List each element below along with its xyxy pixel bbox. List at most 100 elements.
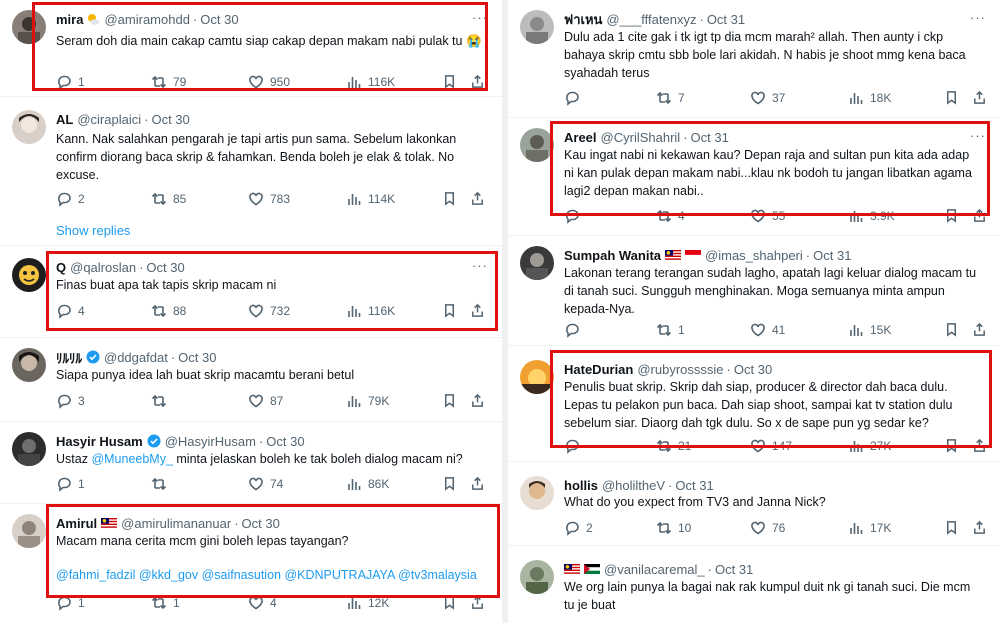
retweet-button[interactable]: 4 — [656, 208, 685, 224]
mention-link[interactable]: @MuneebMy_ — [91, 452, 172, 466]
tweet-card[interactable]: @vanilacaremal_ · Oct 31 We org lain pun… — [508, 550, 1000, 623]
bookmark-button[interactable] — [944, 520, 959, 538]
author-name[interactable]: mira — [56, 12, 83, 27]
timestamp[interactable]: Oct 31 — [813, 248, 851, 263]
timestamp[interactable]: Oct 30 — [151, 112, 189, 127]
retweet-button[interactable] — [151, 476, 173, 492]
timestamp[interactable]: Oct 30 — [146, 260, 184, 275]
author-handle[interactable]: @rubyrossssie — [637, 362, 723, 377]
author-name[interactable]: Sumpah Wanita — [564, 248, 661, 263]
avatar[interactable] — [520, 360, 554, 394]
tweet-card[interactable]: HateDurian @rubyrossssie · Oct 30 Penuli… — [508, 350, 1000, 462]
reply-button[interactable] — [564, 90, 586, 106]
timestamp[interactable]: Oct 31 — [707, 12, 745, 27]
share-button[interactable] — [972, 438, 987, 456]
timestamp[interactable]: Oct 30 — [266, 434, 304, 449]
mention-tags[interactable]: @fahmi_fadzil @kkd_gov @saifnasution @KD… — [56, 566, 484, 584]
bookmark-button[interactable] — [442, 595, 457, 613]
author-handle[interactable]: @qalroslan — [70, 260, 136, 275]
author-handle[interactable]: @holiltheV — [602, 478, 665, 493]
views-button[interactable]: 79K — [346, 393, 389, 409]
reply-button[interactable]: 1 — [56, 595, 85, 611]
views-button[interactable]: 17K — [848, 520, 891, 536]
tweet-card[interactable]: mira @amiramohdd · Oct 30 ··· Seram doh … — [0, 0, 502, 97]
timestamp[interactable]: Oct 30 — [200, 12, 238, 27]
author-name[interactable]: ﾘﾙﾘﾙ — [56, 348, 82, 367]
tweet-card[interactable]: AL @ciraplaici · Oct 30 Kann. Nak salahk… — [0, 100, 502, 246]
reply-button[interactable]: 2 — [564, 520, 593, 536]
reply-button[interactable]: 1 — [56, 74, 85, 90]
reply-button[interactable] — [564, 438, 586, 454]
tweet-card[interactable]: Hasyir Husam @HasyirHusam · Oct 30 Ustaz… — [0, 422, 502, 504]
retweet-button[interactable]: 21 — [656, 438, 691, 454]
timestamp[interactable]: Oct 31 — [691, 130, 729, 145]
like-button[interactable]: 783 — [248, 191, 290, 207]
author-handle[interactable]: @HasyirHusam — [165, 434, 256, 449]
timestamp[interactable]: Oct 30 — [242, 516, 280, 531]
more-icon[interactable]: ··· — [472, 10, 488, 25]
more-icon[interactable]: ··· — [472, 258, 488, 273]
tweet-card[interactable]: Q @qalroslan · Oct 30 ··· Finas buat apa… — [0, 248, 502, 338]
timestamp[interactable]: Oct 31 — [675, 478, 713, 493]
author-name[interactable]: Areel — [564, 130, 597, 145]
avatar[interactable] — [12, 258, 46, 292]
author-handle[interactable]: @vanilacaremal_ — [604, 562, 705, 577]
show-replies-link[interactable]: Show replies — [56, 223, 130, 238]
author-name[interactable]: Amirul — [56, 516, 97, 531]
share-button[interactable] — [972, 90, 987, 108]
views-button[interactable]: 18K — [848, 90, 891, 106]
tweet-card[interactable]: ฟาเหน @___fffatenxyz · Oct 31 ··· Dulu a… — [508, 0, 1000, 118]
like-button[interactable]: 41 — [750, 322, 785, 338]
author-name[interactable]: HateDurian — [564, 362, 633, 377]
timestamp[interactable]: Oct 31 — [715, 562, 753, 577]
author-handle[interactable]: @amiramohdd — [104, 12, 189, 27]
bookmark-button[interactable] — [442, 476, 457, 494]
like-button[interactable]: 950 — [248, 74, 290, 90]
avatar[interactable] — [12, 110, 46, 144]
share-button[interactable] — [972, 322, 987, 340]
avatar[interactable] — [520, 10, 554, 44]
share-button[interactable] — [972, 520, 987, 538]
reply-button[interactable] — [564, 208, 586, 224]
avatar[interactable] — [12, 432, 46, 466]
views-button[interactable]: 27K — [848, 438, 891, 454]
author-name[interactable]: Hasyir Husam — [56, 434, 143, 449]
reply-button[interactable]: 4 — [56, 303, 85, 319]
reply-button[interactable] — [564, 322, 586, 338]
retweet-button[interactable]: 1 — [151, 595, 180, 611]
retweet-button[interactable]: 7 — [656, 90, 685, 106]
retweet-button[interactable]: 10 — [656, 520, 691, 536]
tweet-card[interactable]: Sumpah Wanita @imas_shahperi · Oct 31 La… — [508, 236, 1000, 346]
views-button[interactable]: 116K — [346, 74, 395, 90]
bookmark-button[interactable] — [944, 90, 959, 108]
retweet-button[interactable]: 79 — [151, 74, 186, 90]
views-button[interactable]: 15K — [848, 322, 891, 338]
retweet-button[interactable]: 85 — [151, 191, 186, 207]
like-button[interactable]: 87 — [248, 393, 283, 409]
author-handle[interactable]: @___fffatenxyz — [606, 12, 696, 27]
like-button[interactable]: 37 — [750, 90, 785, 106]
share-button[interactable] — [972, 208, 987, 226]
views-button[interactable]: 3.9K — [848, 208, 895, 224]
avatar[interactable] — [520, 246, 554, 280]
like-button[interactable]: 147 — [750, 438, 792, 454]
avatar[interactable] — [520, 560, 554, 594]
bookmark-button[interactable] — [944, 438, 959, 456]
bookmark-button[interactable] — [442, 191, 457, 209]
like-button[interactable]: 74 — [248, 476, 283, 492]
author-handle[interactable]: @ciraplaici — [77, 112, 141, 127]
retweet-button[interactable] — [151, 393, 173, 409]
share-button[interactable] — [470, 476, 485, 494]
avatar[interactable] — [12, 514, 46, 548]
author-handle[interactable]: @amirulimananuar — [121, 516, 231, 531]
reply-button[interactable]: 1 — [56, 476, 85, 492]
retweet-button[interactable]: 88 — [151, 303, 186, 319]
bookmark-button[interactable] — [944, 322, 959, 340]
like-button[interactable]: 4 — [248, 595, 277, 611]
more-icon[interactable]: ··· — [970, 128, 986, 143]
author-handle[interactable]: @imas_shahperi — [705, 248, 803, 263]
author-name[interactable]: AL — [56, 112, 73, 127]
share-button[interactable] — [470, 595, 485, 613]
like-button[interactable]: 55 — [750, 208, 785, 224]
tweet-card[interactable]: Amirul @amirulimananuar · Oct 30 Macam m… — [0, 504, 502, 623]
